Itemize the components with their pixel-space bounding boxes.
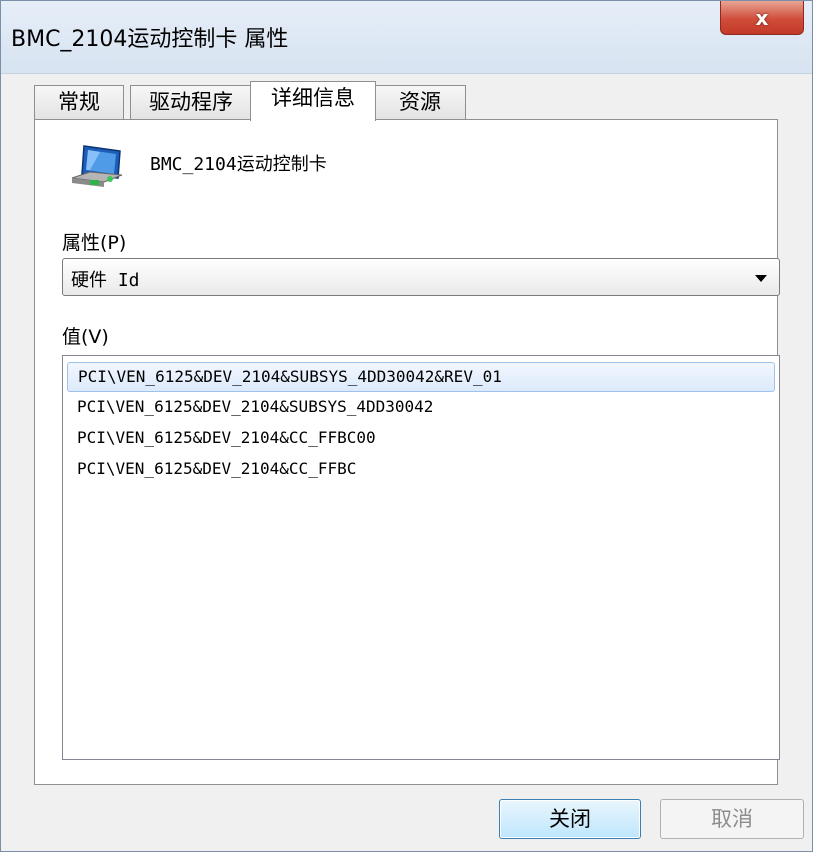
properties-dialog: BMC_2104运动控制卡 属性 x 常规 驱动程序 详细信息 资源 BMC_2… xyxy=(0,0,813,852)
tab-general[interactable]: 常规 xyxy=(34,85,124,119)
details-panel: BMC_2104运动控制卡 属性(P) 硬件 Id 值(V) PCI\VEN_6… xyxy=(34,119,780,785)
close-icon: x xyxy=(755,5,769,30)
tab-details[interactable]: 详细信息 xyxy=(250,81,376,121)
cancel-button[interactable]: 取消 xyxy=(660,799,804,839)
close-button[interactable]: 关闭 xyxy=(499,799,641,839)
property-label: 属性(P) xyxy=(62,232,127,254)
network-card-icon xyxy=(71,145,123,187)
chevron-down-icon[interactable] xyxy=(755,275,767,282)
list-item[interactable]: PCI\VEN_6125&DEV_2104&CC_FFBC xyxy=(67,455,775,485)
value-listbox[interactable]: PCI\VEN_6125&DEV_2104&SUBSYS_4DD30042&RE… xyxy=(62,355,780,760)
tab-driver[interactable]: 驱动程序 xyxy=(130,85,252,119)
list-item[interactable]: PCI\VEN_6125&DEV_2104&CC_FFBC00 xyxy=(67,424,775,454)
title-bar[interactable]: BMC_2104运动控制卡 属性 x xyxy=(1,1,812,74)
window-title: BMC_2104运动控制卡 属性 xyxy=(11,27,289,52)
device-name: BMC_2104运动控制卡 xyxy=(150,154,327,175)
tab-resources[interactable]: 资源 xyxy=(374,85,466,119)
window-close-button[interactable]: x xyxy=(720,1,804,35)
property-select-value: 硬件 Id xyxy=(71,270,140,291)
list-item[interactable]: PCI\VEN_6125&DEV_2104&SUBSYS_4DD30042&RE… xyxy=(67,362,775,392)
property-select[interactable]: 硬件 Id xyxy=(62,258,780,296)
value-label: 值(V) xyxy=(62,326,109,348)
list-item[interactable]: PCI\VEN_6125&DEV_2104&SUBSYS_4DD30042 xyxy=(67,393,775,423)
